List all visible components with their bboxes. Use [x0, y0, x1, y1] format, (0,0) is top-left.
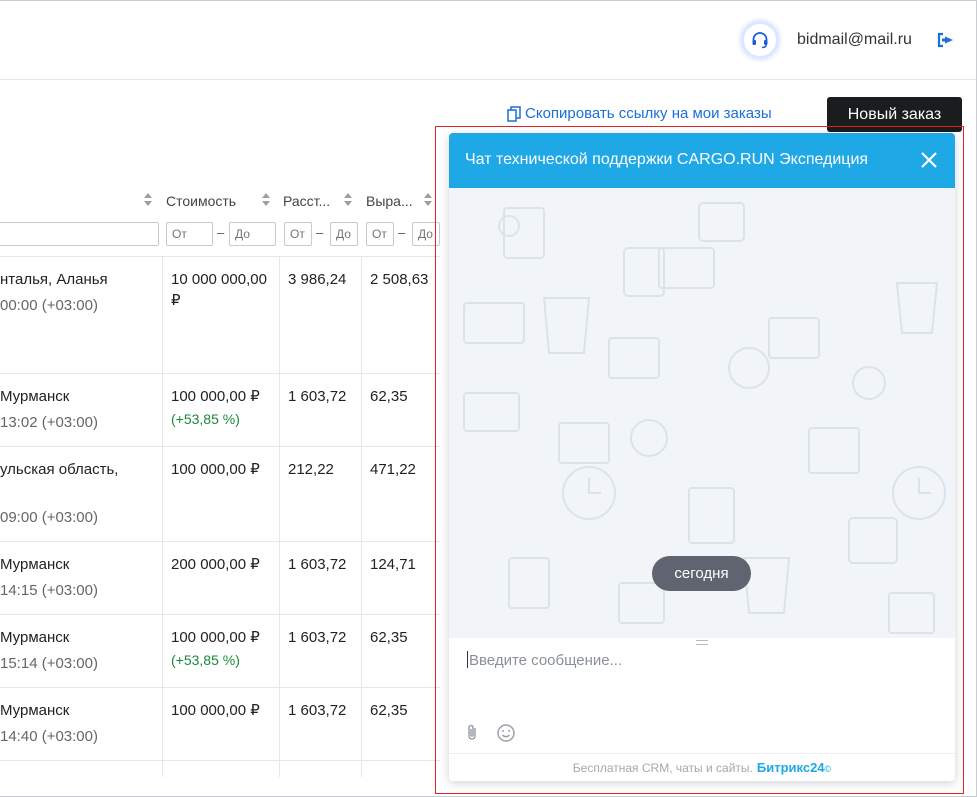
chat-header: Чат технической поддержки CARGO.RUN Эксп… — [449, 133, 955, 188]
row-cost-delta: (+53,85 %) — [171, 652, 240, 668]
row-place: Мурманск — [0, 629, 70, 646]
distance-from-input[interactable] — [284, 222, 312, 246]
row-revenue: 62,35 — [370, 702, 408, 719]
row-distance: 1 603,72 — [288, 388, 347, 405]
table-row[interactable]: ульская область, 09:00 (+03:00) 100 000,… — [0, 447, 440, 542]
row-cost: 100 000,00 ₽ — [171, 629, 260, 646]
row-time: 13:02 (+03:00) — [0, 414, 98, 431]
row-distance: 3 986,24 — [288, 271, 347, 288]
copy-orders-link[interactable]: Скопировать ссылку на мои заказы — [507, 105, 772, 122]
copy-icon — [507, 105, 521, 122]
row-distance: 1 603,72 — [288, 702, 347, 719]
table-row[interactable]: Мурманск 14:15 (+03:00) 200 000,00 ₽ 1 6… — [0, 542, 440, 615]
table-row[interactable]: Мурманск 14:40 (+03:00) 100 000,00 ₽ 1 6… — [0, 688, 440, 761]
row-cost: 100 000,00 ₽ — [171, 461, 260, 478]
page: bidmail@mail.ru Скопировать ссылку на мо… — [0, 0, 977, 797]
row-place: Мурманск — [0, 702, 70, 719]
table-row[interactable]: нталья, Аланья 00:00 (+03:00) 10 000 000… — [0, 257, 440, 374]
row-time: 09:00 (+03:00) — [0, 509, 98, 526]
sort-icon[interactable] — [144, 193, 152, 207]
row-cost-currency: ₽ — [171, 292, 181, 309]
row-cost-delta: (+53,85 %) — [171, 411, 240, 427]
paperclip-icon[interactable] — [465, 724, 481, 742]
row-distance: 1 603,72 — [288, 556, 347, 573]
column-header-revenue[interactable]: Выра... — [366, 193, 413, 209]
message-input[interactable]: Введите сообщение... — [467, 651, 937, 669]
row-distance: 212,22 — [288, 461, 334, 478]
sort-icon[interactable] — [424, 193, 432, 207]
sort-icon[interactable] — [344, 193, 352, 207]
row-place: Мурманск — [0, 388, 70, 405]
bitrix24-logo[interactable]: Битрикс24 — [757, 760, 825, 775]
column-header-distance[interactable]: Расст... — [283, 193, 330, 209]
column-header-cost[interactable]: Стоимость — [166, 193, 236, 209]
row-time: 15:14 (+03:00) — [0, 655, 98, 672]
table-header: Стоимость Расст... Выра... – – – — [0, 187, 440, 257]
row-place: ульская область, — [0, 461, 119, 478]
row-place: нталья, Аланья — [0, 271, 108, 288]
row-distance: 1 603,72 — [288, 629, 347, 646]
place-filter-input[interactable] — [0, 222, 159, 246]
row-revenue: 2 508,63 — [370, 271, 429, 288]
row-revenue: 62,35 — [370, 629, 408, 646]
support-button[interactable] — [744, 24, 776, 56]
chat-footer: Бесплатная CRM, чаты и сайты. Битрикс24© — [449, 753, 955, 781]
row-revenue: 471,22 — [370, 461, 416, 478]
support-chat-widget: Чат технической поддержки CARGO.RUN Эксп… — [449, 133, 955, 781]
headset-icon — [752, 32, 768, 49]
distance-to-input[interactable] — [330, 222, 358, 246]
resize-handle[interactable] — [696, 640, 708, 645]
row-time: 14:15 (+03:00) — [0, 582, 98, 599]
close-icon[interactable] — [919, 150, 939, 170]
row-revenue: 124,71 — [370, 556, 416, 573]
row-place: Мурманск — [0, 556, 70, 573]
logout-icon[interactable] — [937, 32, 955, 48]
row-cost: 200 000,00 ₽ — [171, 556, 260, 573]
chat-title: Чат технической поддержки CARGO.RUN Эксп… — [465, 151, 869, 168]
cost-from-input[interactable] — [166, 222, 213, 246]
row-cost: 10 000 000,00 — [171, 271, 267, 288]
row-cost: 100 000,00 ₽ — [171, 388, 260, 405]
message-input-placeholder: Введите сообщение... — [469, 652, 623, 669]
chat-footer-text: Бесплатная CRM, чаты и сайты. — [572, 761, 753, 775]
sort-icon[interactable] — [262, 193, 270, 207]
row-cost: 100 000,00 ₽ — [171, 702, 260, 719]
smile-icon[interactable] — [497, 724, 515, 742]
copy-orders-link-label: Скопировать ссылку на мои заказы — [525, 105, 772, 122]
row-revenue: 62,35 — [370, 388, 408, 405]
chat-messages-area[interactable]: сегодня — [449, 188, 955, 638]
table-row[interactable]: Мурманск 15:14 (+03:00) 100 000,00 ₽ (+5… — [0, 615, 440, 688]
row-time: 14:40 (+03:00) — [0, 728, 98, 745]
row-time: 00:00 (+03:00) — [0, 297, 98, 314]
date-separator: сегодня — [652, 556, 751, 591]
revenue-from-input[interactable] — [366, 222, 394, 246]
table-row[interactable]: Мурманск 13:02 (+03:00) 100 000,00 ₽ (+5… — [0, 374, 440, 447]
top-bar: bidmail@mail.ru — [0, 1, 976, 80]
user-email[interactable]: bidmail@mail.ru — [797, 31, 912, 49]
cost-to-input[interactable] — [229, 222, 276, 246]
